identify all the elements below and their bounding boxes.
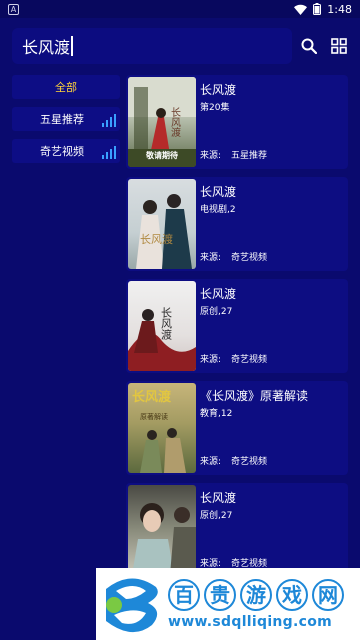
- grid-view-button[interactable]: [327, 34, 351, 58]
- watermark-url: www.sdqlliqing.com: [168, 613, 333, 630]
- search-button[interactable]: [297, 34, 321, 58]
- grid-icon: [331, 38, 347, 54]
- poster-thumbnail: 长风渡: [128, 179, 196, 269]
- sidebar-item-label: 奇艺视频: [40, 145, 84, 158]
- result-title: 长风渡: [200, 83, 237, 97]
- result-title: 长风渡: [200, 185, 237, 199]
- sidebar-item-label: 五星推荐: [40, 113, 84, 126]
- watermark-char: 游: [240, 578, 272, 611]
- status-time: 1:48: [327, 2, 352, 16]
- signal-bars-icon: [102, 146, 116, 159]
- sidebar-item-all[interactable]: 全部: [12, 75, 120, 99]
- sidebar-item-iqiyi[interactable]: 奇艺视频: [12, 139, 120, 163]
- poster-art-text: 长风渡: [169, 107, 181, 138]
- result-subtitle: 原创,27: [200, 511, 233, 521]
- wifi-icon: [294, 4, 308, 15]
- result-card[interactable]: 长风渡 原著解读 《长风渡》原著解读 教育,12 来源: 奇艺视频: [126, 381, 348, 475]
- result-title: 《长风渡》原著解读: [200, 389, 309, 403]
- signal-bars-icon: [102, 114, 116, 127]
- result-card[interactable]: 长风渡 原创,27 来源: 奇艺视频: [126, 483, 348, 577]
- result-card[interactable]: 长风渡 敬请期待 长风渡 第20集 来源: 五星推荐: [126, 75, 348, 169]
- result-source: 来源: 奇艺视频: [200, 457, 268, 467]
- poster-art-text: 长风渡: [160, 307, 173, 341]
- result-card[interactable]: 长风渡 长风渡 原创,27 来源: 奇艺视频: [126, 279, 348, 373]
- search-icon: [301, 38, 317, 54]
- sidebar-item-label: 全部: [55, 81, 77, 94]
- poster-caption: 原著解读: [140, 412, 168, 421]
- result-source: 来源: 五星推荐: [200, 151, 268, 161]
- result-title: 长风渡: [200, 287, 237, 301]
- watermark-char: 戏: [276, 578, 308, 611]
- search-input[interactable]: 长风渡: [12, 28, 292, 64]
- battery-icon: [313, 3, 322, 15]
- site-watermark: 百 贵 游 戏 网 www.sdqlliqing.com: [96, 568, 360, 640]
- watermark-char: 贵: [204, 578, 236, 611]
- result-card[interactable]: 长风渡 长风渡 电视剧,2 来源: 奇艺视频: [126, 177, 348, 271]
- poster-thumbnail: [128, 485, 196, 575]
- poster-art-text: 长风渡: [140, 232, 173, 246]
- search-query: 长风渡: [22, 38, 71, 57]
- poster-caption: 敬请期待: [146, 151, 178, 160]
- poster-art-text: 长风渡: [132, 389, 172, 405]
- poster-thumbnail: 长风渡: [128, 281, 196, 371]
- app-notification-icon: A: [8, 3, 19, 15]
- result-subtitle: 电视剧,2: [200, 205, 236, 215]
- text-cursor: [71, 36, 74, 56]
- result-subtitle: 教育,12: [200, 409, 233, 419]
- result-subtitle: 第20集: [200, 103, 230, 113]
- status-bar: A 1:48: [0, 0, 360, 18]
- result-source: 来源: 奇艺视频: [200, 253, 268, 263]
- result-title: 长风渡: [200, 491, 237, 505]
- poster-thumbnail: 长风渡 敬请期待: [128, 77, 196, 167]
- result-subtitle: 原创,27: [200, 307, 233, 317]
- poster-thumbnail: 长风渡 原著解读: [128, 383, 196, 473]
- site-logo-icon: [106, 578, 158, 633]
- result-source: 来源: 奇艺视频: [200, 355, 268, 365]
- watermark-char: 网: [312, 578, 344, 611]
- watermark-char: 百: [168, 578, 200, 611]
- sidebar-item-five-star[interactable]: 五星推荐: [12, 107, 120, 131]
